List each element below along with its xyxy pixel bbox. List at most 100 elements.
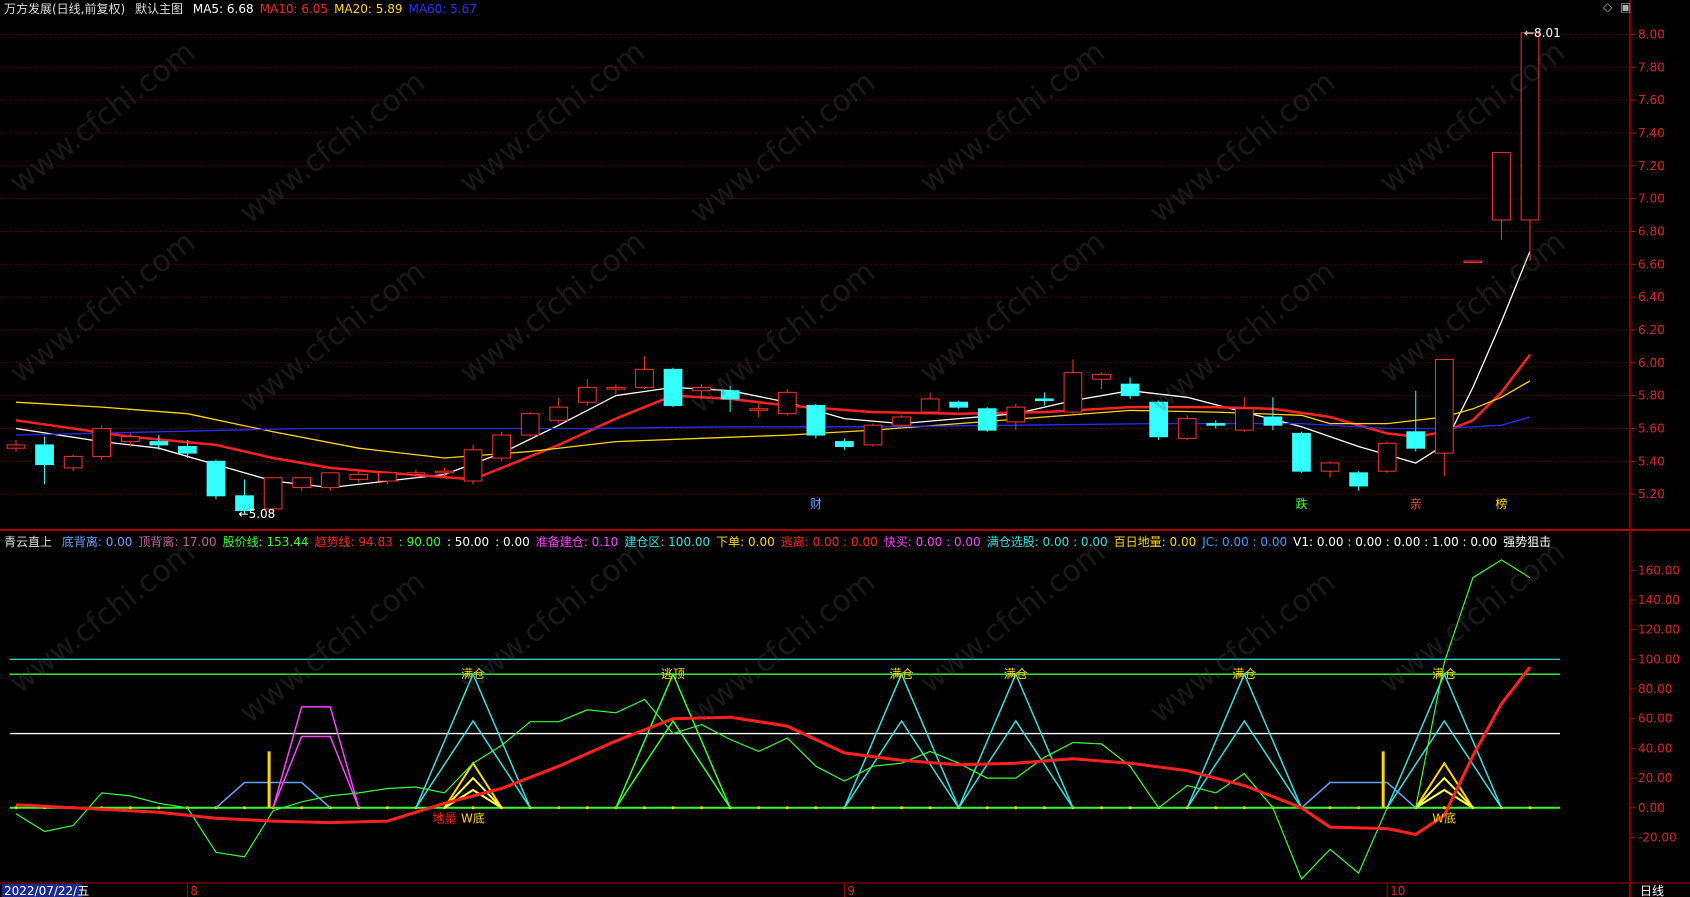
candle [1149,400,1168,440]
zero-marker [1442,806,1446,810]
main-tick-label: 6.60 [1638,257,1665,271]
candle-body [520,413,540,436]
ma-legend-item-2: MA20: 5.89 [334,2,403,16]
zero-marker [642,806,646,810]
candle [6,439,26,452]
candle [949,400,969,409]
candle-body [749,408,769,411]
sub-tick-label: 120.00 [1638,623,1680,637]
zero-marker [557,806,561,810]
indicator-line [15,666,1532,837]
peak-line [615,672,731,809]
divergence-bottom [215,781,331,809]
candle-body [206,460,226,497]
indicator-legend-item-14: JC: 0.00 : 0.00 [1202,535,1288,549]
zero-marker [385,806,389,810]
period-label: 日线 [1640,884,1664,897]
divergence-top [272,706,360,808]
candle [1120,377,1140,399]
main-tick-label: 7.00 [1638,192,1665,206]
candle-body [178,446,197,454]
candle [549,397,569,424]
signal-peak: 满仓 [415,667,531,809]
peak-line [1386,672,1503,809]
candle [577,379,597,406]
stock-chart[interactable]: 5.20 5.40 5.60 5.80 6.00 6.20 6.40 6.60 6.80 7.00… [0,0,1690,897]
restore-icon[interactable]: ▣ [1620,0,1631,14]
candle [492,431,511,462]
price-annotation: 亲 [1410,497,1422,511]
candle-body [349,473,369,480]
sub-tick-label: 80.00 [1638,682,1672,696]
main-tick-label: 5.20 [1638,487,1665,501]
stock-name[interactable]: 万方发展(日线,前复权) [4,2,125,16]
ma-legend: MA5: 6.68 MA10: 6.05 MA20: 5.89 MA60: 5.67 [193,2,483,16]
zero-marker [243,806,247,810]
candle-body [1149,401,1168,438]
candle [320,472,340,491]
candle [977,407,997,432]
candle-body [1263,416,1283,426]
ma-legend-item-0: MA5: 6.68 [192,2,254,16]
candle-body [1292,432,1311,472]
candle-body [120,436,140,443]
main-tick-label: 7.20 [1638,159,1665,173]
peak-label: 逃顶 [661,667,685,681]
signal-peak: 满仓 [957,667,1074,809]
zero-marker [1214,806,1218,810]
main-tick-label: 7.80 [1638,60,1665,74]
diamond-icon[interactable]: ◇ [1603,0,1612,14]
zero-marker [1242,806,1246,810]
indicator-name[interactable]: 青云直上 [4,535,52,549]
signal-peak: 逃顶 [615,667,731,809]
zero-marker [585,806,589,810]
candle [863,423,883,447]
candle [35,436,54,485]
price-annotation: 跌 [1295,496,1307,511]
ma-legend-item-3: MA60: 5.67 [408,2,477,16]
candle [349,471,369,483]
candle-body [577,386,597,403]
candle [1520,32,1540,262]
peak-label: 满仓 [1232,667,1256,681]
candle-body [492,434,511,459]
peak-line [415,672,531,809]
candle [606,384,626,395]
indicator-legend-item-10: 逃离: 0.00 : 0.00 [780,535,878,549]
indicator-legend-item-0: 底背离: 0.00 [61,535,133,549]
candle [835,438,854,450]
zero-marker [757,806,761,810]
zero-marker [814,806,818,810]
zero-marker [1528,806,1532,810]
main-tick-label: 6.40 [1638,290,1665,304]
zero-marker [1357,806,1361,810]
month-label: 8 [190,884,198,897]
indicator-legend-item-8: 建仓区: 100.00 [624,535,711,549]
indicator-legend-item-15: V1: 0.00 : 0.00 : 0.00 : 1.00 : 0.00 [1293,535,1498,549]
candle-body [549,406,569,421]
zero-marker [671,806,675,810]
candle-body [1206,423,1226,426]
candle-body [920,398,940,413]
candle [1206,420,1226,429]
candle [1006,403,1026,431]
month-label: 10 [1390,884,1405,897]
view-label[interactable]: 默认主图 [135,2,183,16]
sub-tick-label: 60.00 [1638,712,1672,726]
candle [1177,415,1197,440]
footer-date: 2022/07/22/五 [4,884,89,897]
candle-body [720,390,740,400]
candle [1092,372,1111,390]
candle-body [977,408,997,431]
zero-marker [1328,806,1332,810]
candle [1234,397,1254,432]
bottom-signal-label: W底 [1432,811,1456,826]
indicator-legend-item-12: 满仓选股: 0.00 : 0.00 [986,535,1108,549]
peak-line [957,672,1074,809]
candle-body [92,427,112,457]
zero-marker [471,806,475,810]
indicator-legend-item-1: 顶背离: 17.00 [138,535,217,549]
candle-body [63,455,83,469]
candle [1063,359,1083,414]
candle [1463,260,1483,264]
